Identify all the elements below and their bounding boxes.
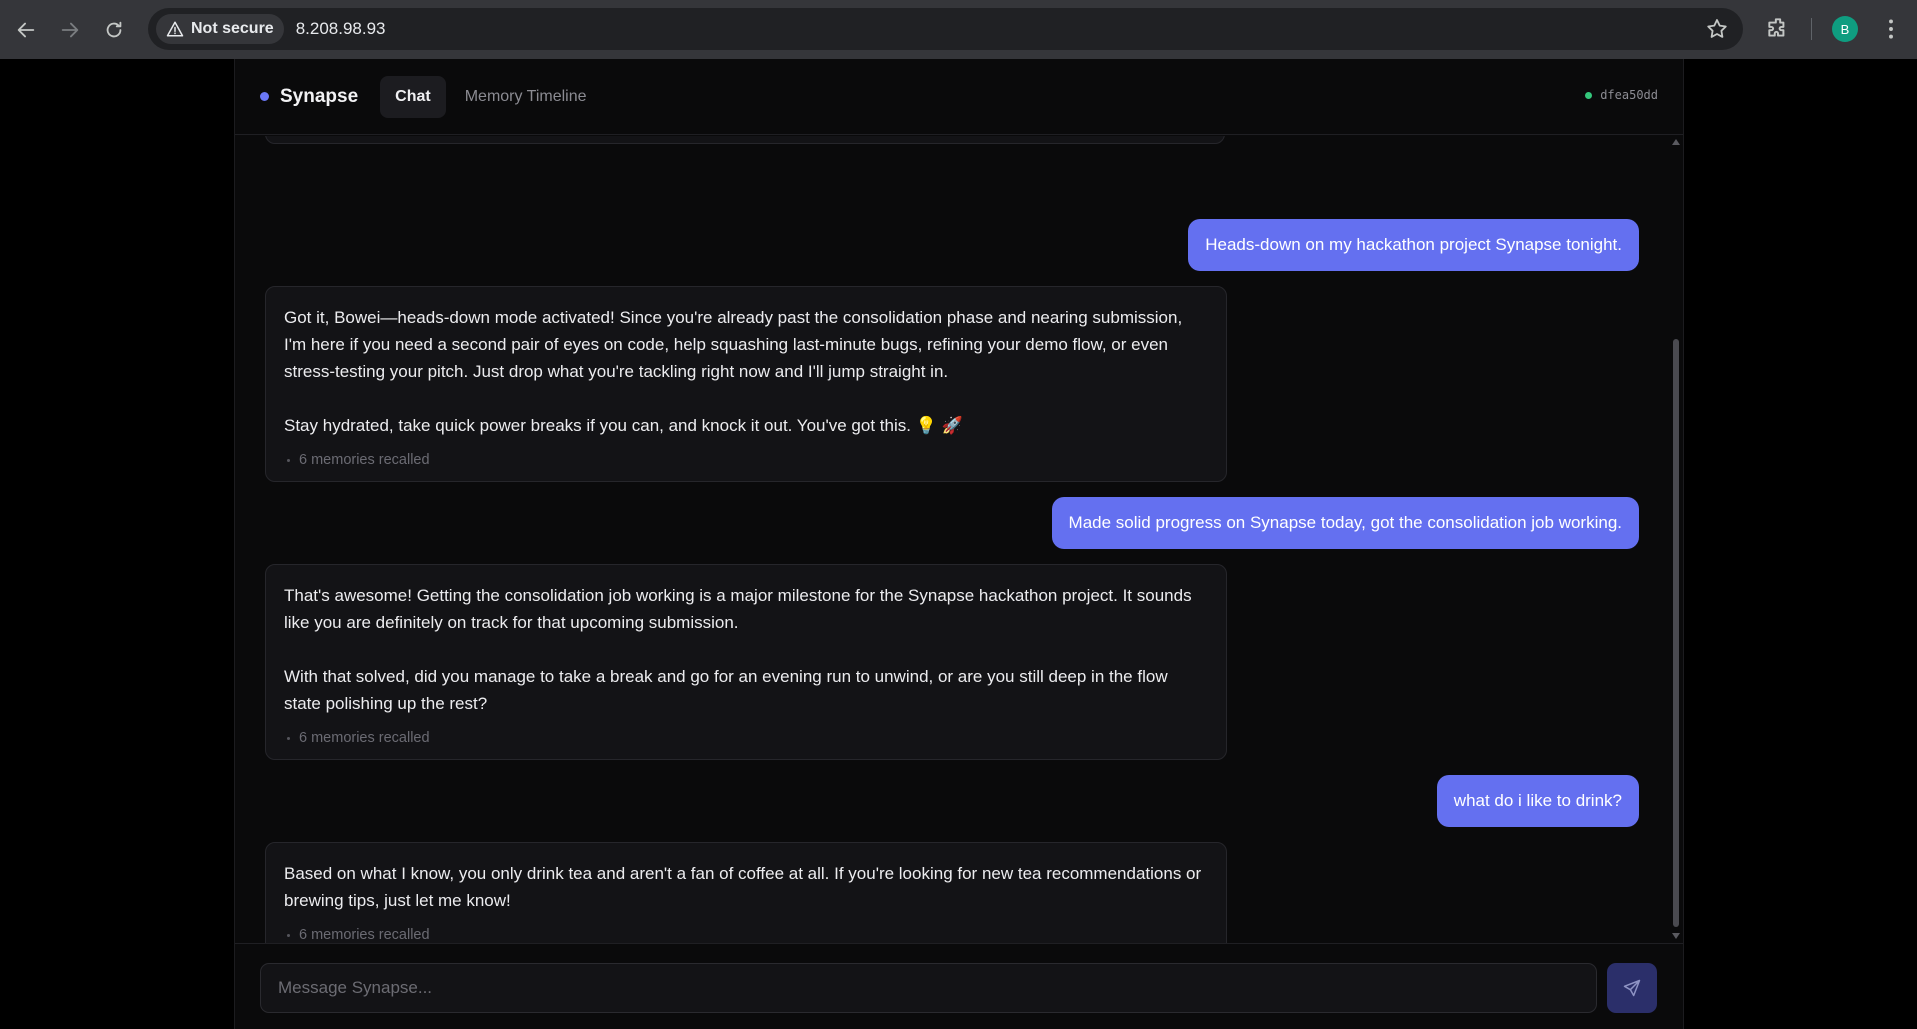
status-dot-icon <box>1585 91 1593 99</box>
bullet-icon <box>287 934 290 937</box>
message-paragraph: Based on what I know, you only drink tea… <box>284 864 1202 910</box>
extensions-puzzle-icon[interactable] <box>1765 15 1791 41</box>
app-container: Synapse Chat Memory Timeline dfea50dd He… <box>234 59 1684 1029</box>
brand-dot-icon <box>260 92 269 101</box>
app-header: Synapse Chat Memory Timeline dfea50dd <box>235 59 1683 135</box>
user-message: what do i like to drink? <box>1436 775 1639 827</box>
scrollbar-thumb[interactable] <box>1673 339 1679 927</box>
more-vertical-icon[interactable] <box>1878 16 1904 42</box>
bullet-icon <box>287 459 290 462</box>
scroll-up-arrow-icon[interactable] <box>1672 139 1680 145</box>
scroll-down-arrow-icon[interactable] <box>1672 933 1680 939</box>
previous-assistant-message <box>265 136 1225 144</box>
send-paper-plane-icon <box>1623 979 1641 997</box>
brand-title: Synapse <box>280 85 359 107</box>
message-paragraph: That's awesome! Getting the consolidatio… <box>284 586 1192 632</box>
bullet-icon <box>287 737 290 740</box>
user-message: Made solid progress on Synapse today, go… <box>1051 497 1639 549</box>
browser-toolbar: Not secure 8.208.98.93 B <box>0 0 1917 59</box>
assistant-message: Got it, Bowei—heads-down mode activated!… <box>265 286 1227 482</box>
profile-avatar[interactable]: B <box>1832 16 1858 42</box>
address-bar[interactable]: Not secure 8.208.98.93 <box>148 8 1743 50</box>
warning-icon <box>166 21 184 37</box>
arrow-left-icon <box>17 22 35 37</box>
back-button[interactable] <box>8 12 44 48</box>
memories-recalled[interactable]: 6 memories recalled <box>284 725 1208 752</box>
message-paragraph: With that solved, did you manage to take… <box>284 667 1168 713</box>
forward-button[interactable] <box>52 12 88 48</box>
reload-icon <box>106 21 122 37</box>
toolbar-divider <box>1811 18 1812 40</box>
arrow-right-icon <box>61 22 79 37</box>
tab-memory-timeline[interactable]: Memory Timeline <box>450 76 602 118</box>
message-paragraph: Got it, Bowei—heads-down mode activated!… <box>284 308 1183 381</box>
assistant-message: That's awesome! Getting the consolidatio… <box>265 564 1227 760</box>
bookmark-star-icon[interactable] <box>1705 17 1729 41</box>
url-text[interactable]: 8.208.98.93 <box>296 19 386 39</box>
message-input[interactable] <box>260 963 1597 1013</box>
tab-chat[interactable]: Chat <box>380 75 446 118</box>
message-paragraph: Stay hydrated, take quick power breaks i… <box>284 416 963 435</box>
session-id: dfea50dd <box>1600 88 1658 102</box>
memories-recalled[interactable]: 6 memories recalled <box>284 447 1208 474</box>
session-indicator: dfea50dd <box>1585 88 1658 102</box>
security-label: Not secure <box>191 20 274 37</box>
chat-scrollbar[interactable] <box>1672 139 1680 939</box>
message-composer <box>235 943 1683 1029</box>
send-button[interactable] <box>1607 963 1657 1013</box>
memories-recalled[interactable]: 6 memories recalled <box>284 922 1208 943</box>
security-indicator[interactable]: Not secure <box>156 14 284 44</box>
chat-scroll-area[interactable]: Heads-down on my hackathon project Synap… <box>235 136 1683 943</box>
assistant-message: Based on what I know, you only drink tea… <box>265 842 1227 943</box>
user-message: Heads-down on my hackathon project Synap… <box>1188 219 1639 271</box>
reload-button[interactable] <box>96 12 132 48</box>
